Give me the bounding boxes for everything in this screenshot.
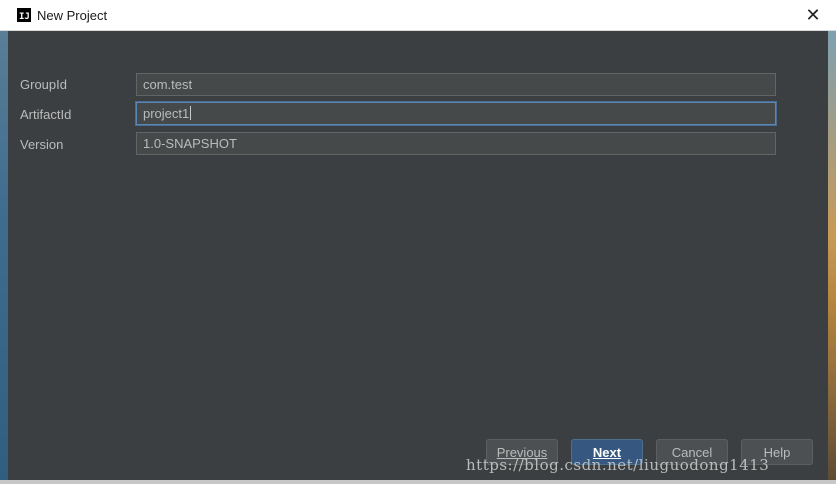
artifactid-value: project1 xyxy=(143,106,190,121)
groupid-row: GroupId xyxy=(20,72,136,96)
dialog-content: GroupId com.test ArtifactId project1 Ver… xyxy=(8,31,828,480)
text-caret xyxy=(190,106,192,120)
version-field[interactable]: 1.0-SNAPSHOT xyxy=(136,132,776,155)
close-icon: ✕ xyxy=(805,4,821,25)
artifactid-label: ArtifactId xyxy=(20,106,72,122)
window-title: New Project xyxy=(37,8,108,23)
groupid-field[interactable]: com.test xyxy=(136,73,776,96)
artifactid-field[interactable]: project1 xyxy=(136,102,776,125)
desktop-background-left xyxy=(0,30,8,484)
intellij-app-icon: IJ xyxy=(17,8,31,22)
csdn-watermark: https://blog.csdn.net/liuguodong1413 xyxy=(466,456,770,474)
groupid-label: GroupId xyxy=(20,76,67,92)
version-label: Version xyxy=(20,136,64,152)
version-row: Version xyxy=(20,132,136,156)
close-window-button[interactable]: ✕ xyxy=(790,0,836,30)
app-icon-label: IJ xyxy=(19,12,30,22)
window-titlebar: IJ New Project ✕ xyxy=(0,0,836,31)
desktop-background-bottom xyxy=(0,480,836,484)
artifactid-row: ArtifactId xyxy=(20,102,136,126)
desktop-background-right xyxy=(828,30,836,484)
